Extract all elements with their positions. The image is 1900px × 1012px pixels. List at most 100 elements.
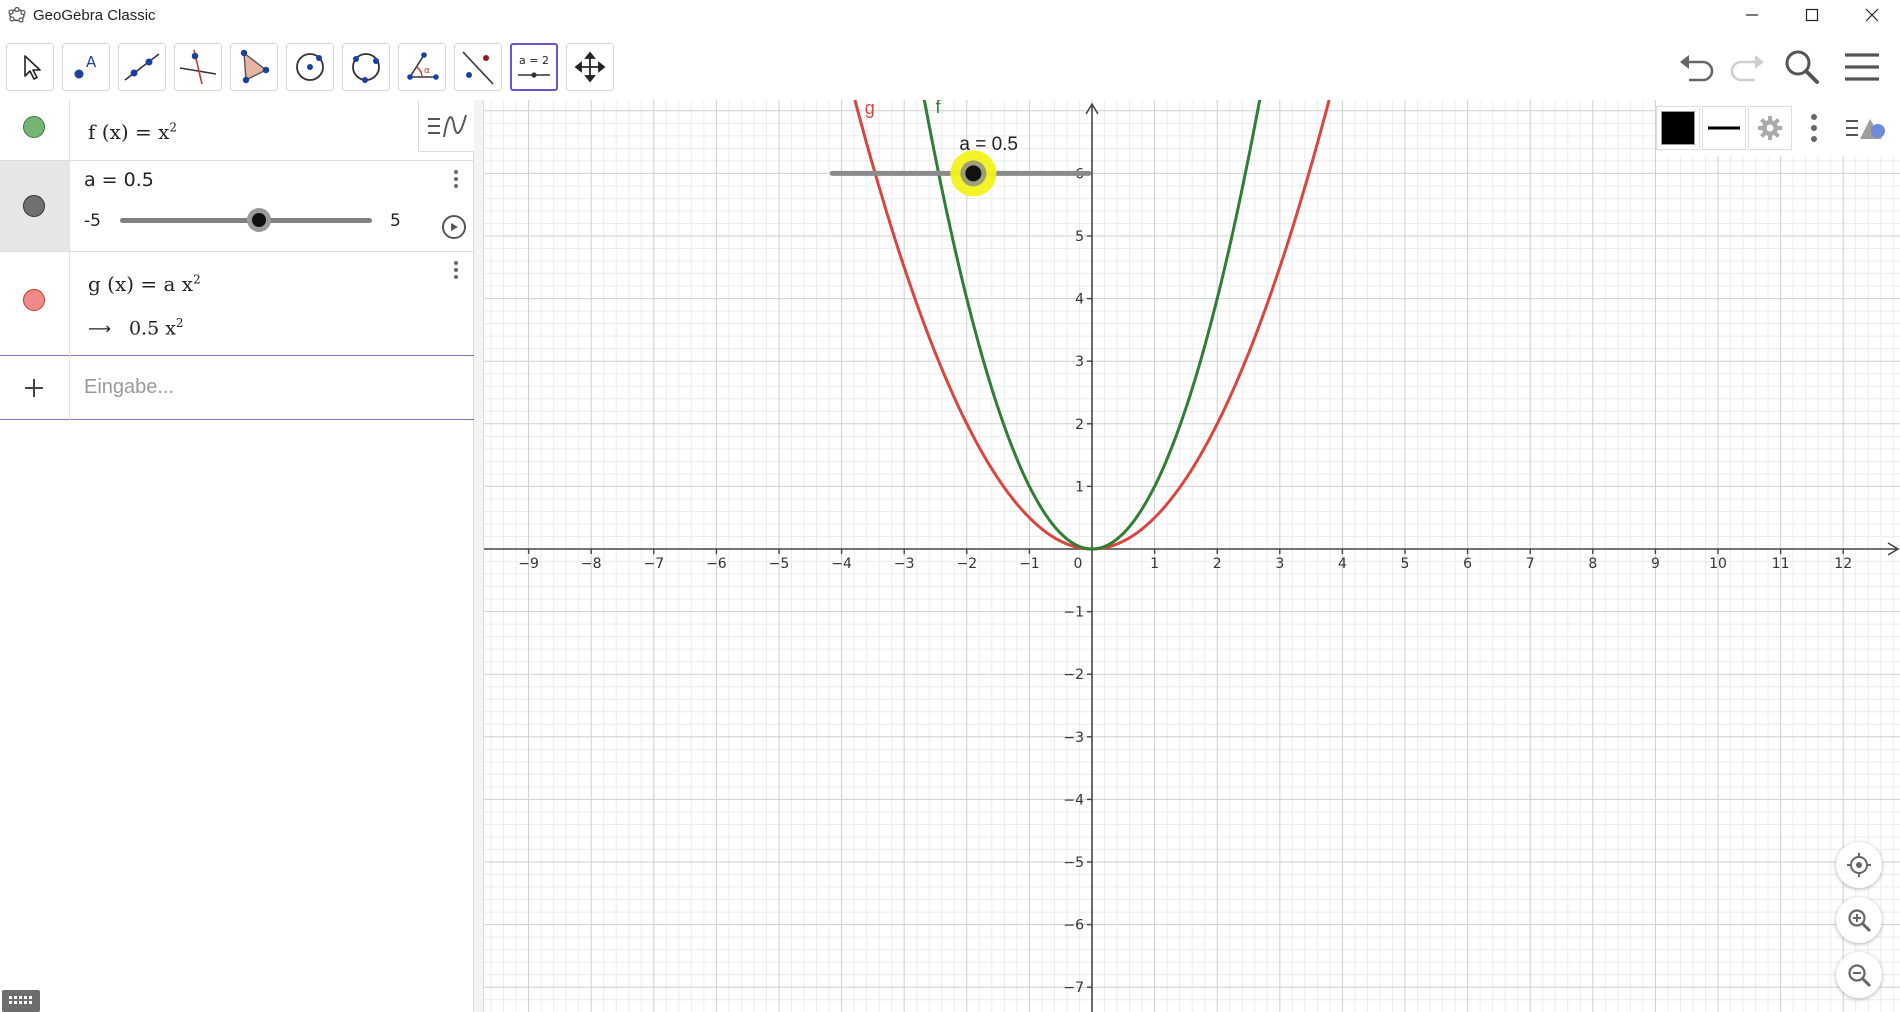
slider-a-track[interactable] xyxy=(120,218,372,223)
function-g-arrow: ⟶ xyxy=(88,319,111,339)
slider-tool-button[interactable]: a = 2 xyxy=(510,43,558,91)
undo-icon xyxy=(1680,55,1714,82)
marble-column-divider xyxy=(69,100,70,420)
function-g-label: g (x) = a x xyxy=(88,272,194,296)
move-tool-button[interactable] xyxy=(6,43,54,91)
virtual-keyboard-button[interactable] xyxy=(2,990,40,1012)
function-g-value: ⟶ 0.5 x2 xyxy=(88,316,184,339)
slider-a-definition[interactable]: a = 0.5 xyxy=(84,169,154,191)
slider-a-thumb[interactable] xyxy=(246,208,271,232)
line-tool-button[interactable] xyxy=(118,43,166,91)
undo-button[interactable] xyxy=(1672,42,1722,92)
curve-label-g[interactable]: g xyxy=(865,100,875,119)
y-tick-label: −2 xyxy=(1063,667,1084,683)
search-button[interactable] xyxy=(1777,42,1827,92)
perpendicular-line-tool-button[interactable] xyxy=(174,43,222,91)
visibility-toggle-g[interactable] xyxy=(23,289,45,311)
x-tick-label: 11 xyxy=(1772,556,1790,572)
keyboard-icon xyxy=(9,996,32,1004)
y-tick-label: −7 xyxy=(1063,980,1084,996)
x-tick-label: 0 xyxy=(1074,556,1083,572)
x-tick-label: 5 xyxy=(1401,556,1410,572)
y-tick-label: −3 xyxy=(1063,730,1084,746)
search-icon xyxy=(1785,50,1819,84)
zoom-in-button[interactable] xyxy=(1836,897,1882,943)
y-tick-label: 3 xyxy=(1075,354,1084,370)
circle-center-point-tool-button[interactable] xyxy=(286,43,334,91)
row-a-more-options-icon[interactable] xyxy=(454,167,460,191)
slider-a-max: 5 xyxy=(390,211,401,231)
window-title: GeoGebra Classic xyxy=(33,7,156,24)
x-tick-label: −4 xyxy=(831,556,852,572)
x-tick-label: 9 xyxy=(1651,556,1660,572)
angle-icon: α xyxy=(407,52,439,80)
algebra-row-f[interactable]: f (x) = x2 xyxy=(0,100,474,161)
graphics-settings-button[interactable] xyxy=(1748,106,1792,150)
algebra-row-g[interactable]: g (x) = a x2 ⟶ 0.5 x 2 xyxy=(0,252,474,356)
x-tick-label: −1 xyxy=(1019,556,1040,572)
color-swatch xyxy=(1661,111,1695,145)
target-home-icon xyxy=(1847,853,1871,877)
line-style-button[interactable] xyxy=(1702,106,1746,150)
redo-button[interactable] xyxy=(1722,42,1772,92)
toggle-stylebar-button[interactable] xyxy=(1840,106,1892,150)
circle-three-points-tool-button[interactable] xyxy=(342,43,390,91)
slider-a-play-button[interactable] xyxy=(442,215,466,239)
x-tick-label: 2 xyxy=(1213,556,1222,572)
graphics-stylebar xyxy=(1656,100,1900,156)
line-style-icon xyxy=(1708,126,1740,130)
x-tick-label: 7 xyxy=(1526,556,1535,572)
graphics-slider-caption[interactable]: a = 0.5 xyxy=(959,134,1018,156)
y-tick-label: 1 xyxy=(1075,479,1084,495)
angle-tool-button[interactable]: α xyxy=(398,43,446,91)
x-tick-label: −7 xyxy=(643,556,664,572)
maximize-button[interactable] xyxy=(1784,0,1840,30)
svg-text:α: α xyxy=(424,66,430,76)
function-f-definition[interactable]: f (x) = x2 xyxy=(88,120,177,144)
standard-view-button[interactable] xyxy=(1836,842,1882,888)
plus-icon[interactable] xyxy=(24,378,44,398)
toolbar: A α a = 2 xyxy=(0,30,1900,100)
function-f-label: f (x) = x xyxy=(88,120,170,144)
algebra-row-slider-a[interactable]: a = 0.5 -5 5 xyxy=(0,161,474,252)
reflect-tool-button[interactable] xyxy=(454,43,502,91)
x-tick-label: 12 xyxy=(1834,556,1852,572)
algebra-input-field[interactable]: Eingabe... xyxy=(84,376,174,399)
y-tick-label: 4 xyxy=(1075,292,1084,308)
slider-a-min: -5 xyxy=(84,211,101,231)
x-tick-label: −2 xyxy=(956,556,977,572)
graphics-view[interactable]: −9−8−7−6−5−4−3−2−10123456789101112654321… xyxy=(484,100,1900,1012)
y-tick-label: −1 xyxy=(1063,605,1084,621)
row-g-more-options-icon[interactable] xyxy=(454,258,460,282)
color-picker-button[interactable] xyxy=(1656,106,1700,150)
function-g-definition[interactable]: g (x) = a x2 xyxy=(88,272,201,296)
curve-label-f[interactable]: f xyxy=(936,100,941,118)
main-menu-button[interactable] xyxy=(1837,42,1887,92)
zoom-out-button[interactable] xyxy=(1836,952,1882,998)
minimize-button[interactable] xyxy=(1724,0,1780,30)
visibility-toggle-a[interactable] xyxy=(23,195,45,217)
view-split-divider[interactable] xyxy=(474,100,484,1012)
graphics-more-options-button[interactable] xyxy=(1796,106,1832,150)
x-tick-label: −9 xyxy=(518,556,539,572)
function-g-exponent: 2 xyxy=(193,272,201,287)
line-through-points-icon xyxy=(124,53,160,81)
coordinate-grid[interactable]: −9−8−7−6−5−4−3−2−10123456789101112654321… xyxy=(484,100,1900,1012)
circle-with-center-icon xyxy=(296,53,324,81)
algebra-input-row[interactable]: Eingabe... xyxy=(0,356,474,420)
x-tick-label: 8 xyxy=(1588,556,1597,572)
function-g-result: 0.5 x xyxy=(128,317,176,340)
move-graphics-view-tool-button[interactable] xyxy=(566,43,614,91)
x-tick-label: −5 xyxy=(769,556,790,572)
geogebra-logo-icon xyxy=(8,7,26,23)
graphics-slider-thumb[interactable] xyxy=(965,165,982,182)
point-tool-button[interactable]: A xyxy=(62,43,110,91)
y-tick-label: −4 xyxy=(1063,792,1084,808)
close-button[interactable] xyxy=(1844,0,1900,30)
y-tick-label: −6 xyxy=(1063,918,1084,934)
perpendicular-line-icon xyxy=(179,49,217,85)
y-tick-label: −5 xyxy=(1063,855,1084,871)
visibility-toggle-f[interactable] xyxy=(23,116,45,138)
slider-icon: a = 2 xyxy=(518,54,550,78)
polygon-tool-button[interactable] xyxy=(230,43,278,91)
